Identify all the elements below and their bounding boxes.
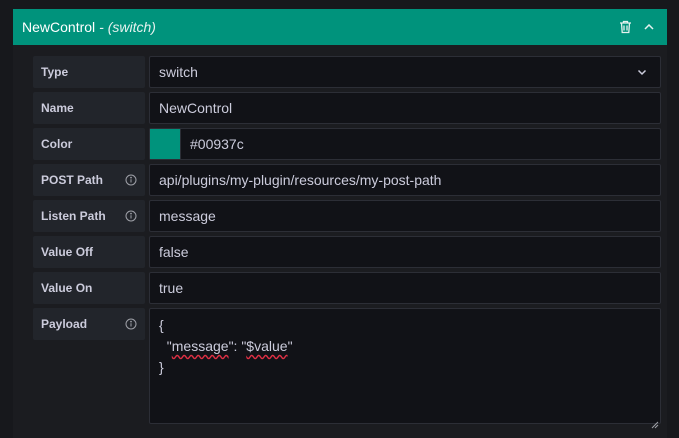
trash-icon[interactable]	[617, 19, 633, 35]
name-label: Name	[33, 92, 145, 124]
value-off-label: Value Off	[33, 236, 145, 268]
info-icon[interactable]	[125, 174, 137, 186]
listen-path-label-text: Listen Path	[41, 209, 106, 223]
payload-label: Payload	[33, 308, 145, 340]
listen-path-input[interactable]: message	[149, 200, 661, 232]
payload-key: message	[171, 338, 229, 354]
chevron-down-icon	[636, 66, 648, 78]
value-on-row: Value On true	[33, 272, 661, 304]
payload-value: $value	[246, 338, 288, 354]
listen-path-row: Listen Path message	[33, 200, 661, 232]
payload-line: }	[159, 359, 164, 375]
value-off-row: Value Off false	[33, 236, 661, 268]
value-off-input[interactable]: false	[149, 236, 661, 268]
type-select-value: switch	[159, 64, 198, 80]
resize-handle-icon[interactable]	[651, 414, 659, 429]
name-input-value: NewControl	[159, 100, 233, 116]
control-form: Type switch Name NewControl Color #00937…	[13, 45, 667, 438]
post-path-input-value: api/plugins/my-plugin/resources/my-post-…	[159, 172, 442, 188]
payload-quote: "	[287, 338, 293, 354]
payload-textarea[interactable]: { "message": "$value" }	[149, 308, 661, 429]
control-type-subtitle: - (switch)	[99, 19, 156, 35]
name-input[interactable]: NewControl	[149, 92, 661, 124]
type-label: Type	[33, 56, 145, 88]
control-header[interactable]: NewControl - (switch)	[13, 9, 667, 45]
color-swatch[interactable]	[150, 129, 181, 159]
color-input-value: #00937c	[190, 136, 244, 152]
value-on-label-text: Value On	[41, 281, 93, 295]
payload-line: "message": "$value"	[159, 336, 651, 357]
type-label-text: Type	[41, 65, 69, 79]
payload-row: Payload { "message": "$value" }	[33, 308, 661, 429]
control-editor-panel: NewControl - (switch) Type switch Name N…	[0, 0, 679, 438]
color-input[interactable]: #00937c	[149, 128, 661, 160]
color-label-text: Color	[41, 137, 73, 151]
type-select[interactable]: switch	[149, 56, 661, 88]
color-row: Color #00937c	[33, 128, 661, 160]
post-path-label: POST Path	[33, 164, 145, 196]
listen-path-label: Listen Path	[33, 200, 145, 232]
value-off-label-text: Value Off	[41, 245, 94, 259]
post-path-input[interactable]: api/plugins/my-plugin/resources/my-post-…	[149, 164, 661, 196]
type-row: Type switch	[33, 56, 661, 88]
color-label: Color	[33, 128, 145, 160]
post-path-row: POST Path api/plugins/my-plugin/resource…	[33, 164, 661, 196]
payload-separator: ": "	[228, 338, 247, 354]
value-on-input-value: true	[159, 280, 184, 296]
post-path-label-text: POST Path	[41, 173, 104, 187]
info-icon[interactable]	[125, 318, 137, 330]
payload-label-text: Payload	[41, 317, 88, 331]
value-on-label: Value On	[33, 272, 145, 304]
name-row: Name NewControl	[33, 92, 661, 124]
payload-line: {	[159, 317, 164, 333]
listen-path-input-value: message	[159, 208, 216, 224]
info-icon[interactable]	[125, 210, 137, 222]
value-off-input-value: false	[159, 244, 189, 260]
control-title: NewControl	[22, 19, 96, 35]
name-label-text: Name	[41, 101, 74, 115]
value-on-input[interactable]: true	[149, 272, 661, 304]
chevron-up-icon[interactable]	[641, 19, 657, 35]
